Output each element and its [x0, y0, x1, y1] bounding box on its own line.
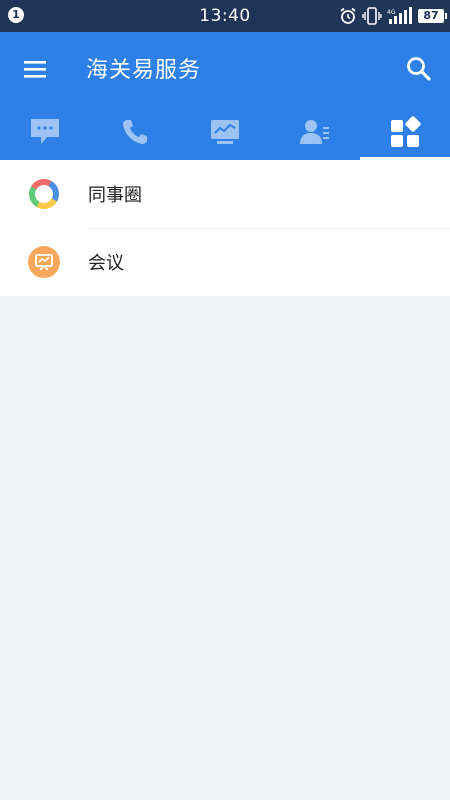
- battery-indicator: 87: [418, 9, 447, 23]
- colleague-circle-icon: [29, 178, 59, 209]
- list-item-colleague-circle[interactable]: 同事圈: [0, 160, 450, 228]
- app-bar: 海关易服务: [0, 32, 450, 160]
- tab-apps[interactable]: [360, 104, 450, 160]
- tab-messages[interactable]: [0, 104, 90, 160]
- list-item-label: 会议: [88, 253, 124, 274]
- message-icon: [31, 119, 59, 144]
- tab-calls[interactable]: [90, 104, 180, 160]
- list-item-label: 同事圈: [88, 185, 142, 206]
- menu-icon[interactable]: [18, 54, 52, 84]
- alarm-icon: [340, 7, 356, 24]
- apps-icon: [391, 116, 421, 147]
- page-title: 海关易服务: [86, 58, 202, 83]
- apps-list: 同事圈 会议: [0, 160, 450, 296]
- status-icons: 4G 87: [339, 6, 447, 26]
- vibrate-icon: [362, 7, 382, 25]
- contacts-icon: [300, 120, 329, 144]
- search-icon[interactable]: [402, 52, 436, 86]
- monitor-chart-icon: [211, 120, 239, 144]
- tab-bar: [0, 104, 450, 160]
- meeting-icon: [28, 246, 60, 278]
- list-item-meeting[interactable]: 会议: [0, 228, 450, 296]
- phone-icon: [123, 120, 147, 144]
- status-bar: 1 13:40 4G 87: [0, 0, 450, 32]
- tab-contacts[interactable]: [270, 104, 360, 160]
- tab-workbench[interactable]: [180, 104, 270, 160]
- network-type-label: 4G: [387, 9, 396, 16]
- signal-icon: 4G: [387, 7, 412, 24]
